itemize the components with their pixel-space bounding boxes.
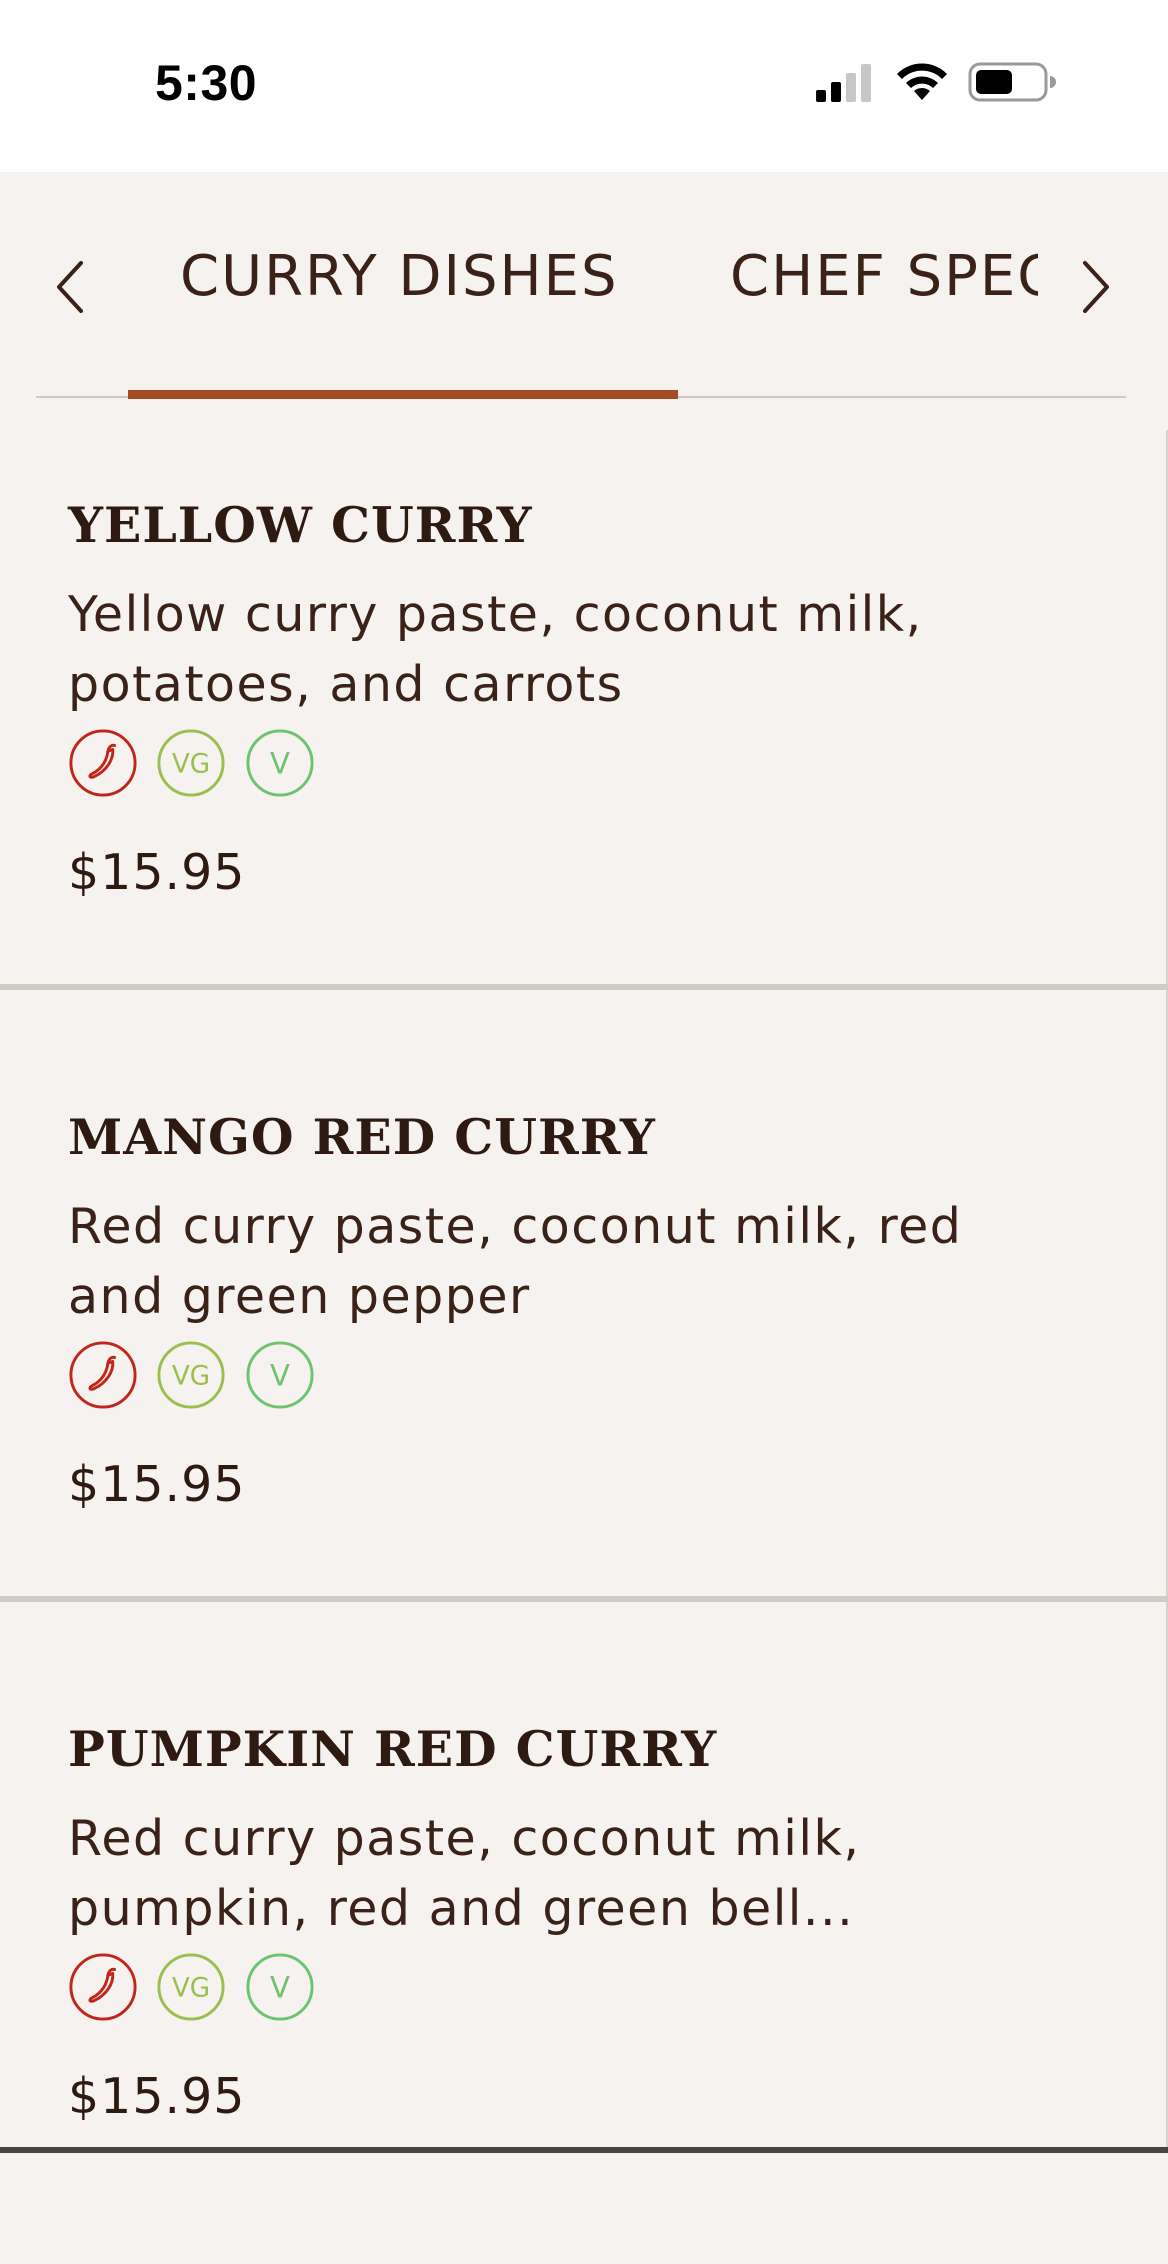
active-tab-indicator bbox=[128, 390, 678, 399]
svg-text:V: V bbox=[270, 1359, 290, 1393]
status-time: 5:30 bbox=[155, 55, 258, 111]
item-price: $15.95 bbox=[68, 1456, 246, 1513]
item-price: $15.95 bbox=[68, 844, 246, 901]
spicy-icon bbox=[69, 729, 137, 797]
item-name: YELLOW CURRY bbox=[68, 496, 533, 554]
tab-chef-specials[interactable]: CHEF SPECIALS bbox=[730, 244, 1038, 309]
svg-text:V: V bbox=[270, 1971, 290, 2005]
svg-text:VG: VG bbox=[172, 1974, 210, 2004]
battery-icon bbox=[968, 62, 1056, 102]
cellular-signal-icon bbox=[816, 64, 871, 102]
wifi-icon bbox=[897, 63, 947, 100]
item-divider bbox=[0, 1596, 1168, 1602]
menu-item-mango-red-curry[interactable]: MANGO RED CURRY Red curry paste, coconut… bbox=[0, 1042, 1168, 1652]
status-bar: 5:30 bbox=[0, 0, 1168, 172]
svg-text:V: V bbox=[270, 747, 290, 781]
item-price: $15.95 bbox=[68, 2068, 246, 2125]
svg-text:VG: VG bbox=[172, 1362, 210, 1392]
item-description: Red curry paste, coconut milk, pumpkin, … bbox=[68, 1810, 861, 1937]
spicy-icon bbox=[69, 1953, 137, 2021]
item-divider bbox=[0, 984, 1168, 990]
vegetarian-icon: V bbox=[246, 1953, 314, 2021]
item-description: Yellow curry paste, coconut milk, potato… bbox=[68, 586, 923, 713]
bottom-edge-bar bbox=[0, 2147, 1168, 2153]
vegan-icon: VG bbox=[157, 729, 225, 797]
item-description: Red curry paste, coconut milk, red and g… bbox=[68, 1198, 963, 1325]
status-icons bbox=[816, 60, 1076, 106]
next-category-button[interactable] bbox=[1076, 257, 1116, 317]
spicy-icon bbox=[69, 1341, 137, 1409]
tab-curry-dishes[interactable]: CURRY DISHES bbox=[180, 244, 619, 309]
vegan-icon: VG bbox=[157, 1953, 225, 2021]
item-name: PUMPKIN RED CURRY bbox=[68, 1720, 718, 1778]
previous-category-button[interactable] bbox=[50, 257, 90, 317]
chevron-right-icon bbox=[1083, 261, 1109, 313]
menu-item-yellow-curry[interactable]: YELLOW CURRY Yellow curry paste, coconut… bbox=[0, 430, 1168, 1040]
vegetarian-icon: V bbox=[246, 1341, 314, 1409]
menu-item-pumpkin-red-curry[interactable]: PUMPKIN RED CURRY Red curry paste, cocon… bbox=[0, 1654, 1168, 2264]
vegetarian-icon: V bbox=[246, 729, 314, 797]
item-name: MANGO RED CURRY bbox=[68, 1108, 656, 1166]
vegan-icon: VG bbox=[157, 1341, 225, 1409]
category-tab-bar: CURRY DISHES CHEF SPECIALS bbox=[0, 172, 1168, 400]
svg-text:VG: VG bbox=[172, 750, 210, 780]
chevron-left-icon bbox=[57, 261, 83, 313]
